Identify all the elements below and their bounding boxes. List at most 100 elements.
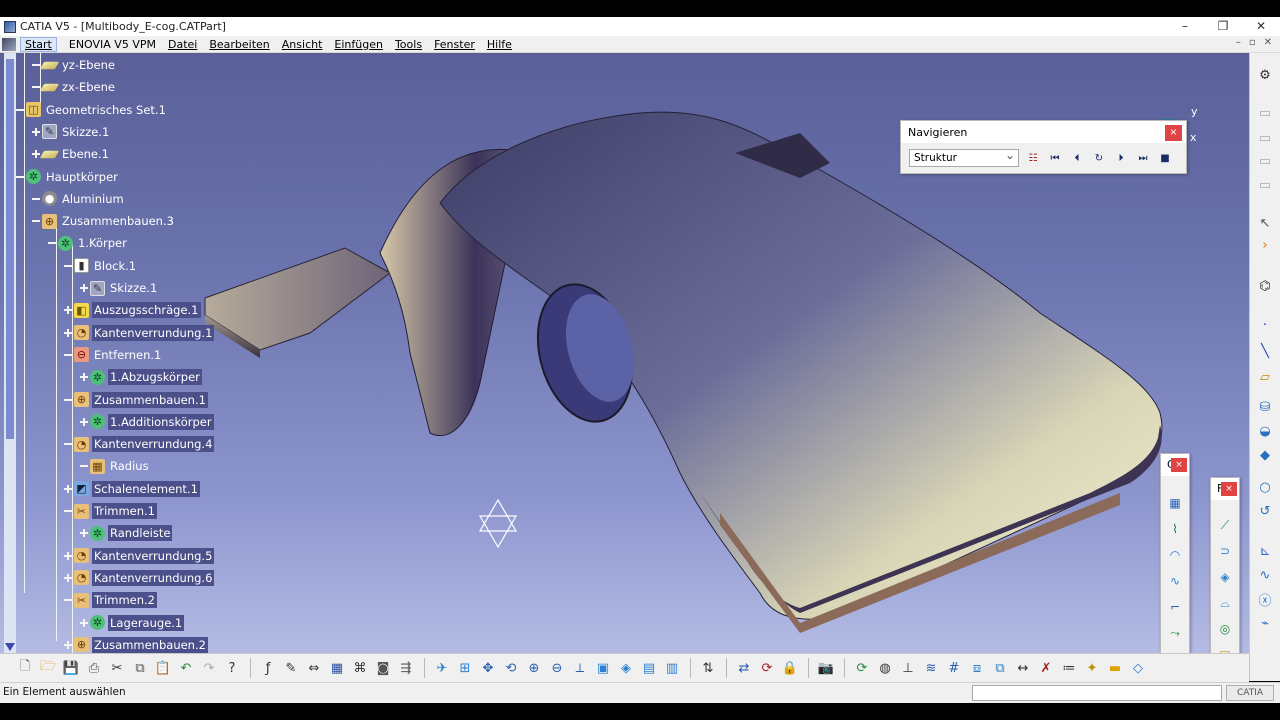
revolve-icon[interactable]: ◒ — [1254, 421, 1276, 441]
tree-node[interactable]: ⊕ Zusammenbauen.3 — [32, 212, 176, 230]
tree-node[interactable]: zx-Ebene — [32, 78, 117, 96]
tree-node[interactable]: ⊕ Zusammenbauen.2 — [64, 636, 208, 653]
lock-icon[interactable]: 🔒 — [779, 657, 801, 679]
multi-view-icon[interactable]: ▣ — [592, 657, 614, 679]
undo-icon[interactable]: ↶ — [175, 657, 197, 679]
redo-icon[interactable]: ↷ — [198, 657, 220, 679]
expand-icon[interactable] — [80, 373, 88, 382]
tree-node[interactable]: ◩ Schalenelement.1 — [64, 480, 200, 498]
stop-icon[interactable]: ■ — [1157, 150, 1173, 166]
iso-view-icon[interactable]: ◈ — [615, 657, 637, 679]
floatbar2-close-button[interactable]: × — [1221, 482, 1237, 496]
expand-icon[interactable] — [64, 306, 72, 315]
tree-node[interactable]: ✲ Hauptkörper — [16, 168, 120, 186]
tree-scroll-thumb[interactable] — [6, 59, 14, 439]
comment-icon[interactable]: ✎ — [280, 657, 302, 679]
expand-icon[interactable] — [64, 484, 72, 493]
collapse-icon[interactable] — [64, 262, 72, 270]
3d-viewport[interactable]: y x yz-Ebene zx-Ebene ◫ Geometrisches Set.1… — [0, 53, 1249, 653]
tree-node[interactable]: ◔ Kantenverrundung.4 — [64, 435, 215, 453]
tree-expand-icon[interactable]: ≔ — [1058, 657, 1080, 679]
menu-einfuegen[interactable]: Einfügen — [334, 38, 383, 51]
extrude-icon[interactable]: ⛁ — [1254, 397, 1276, 417]
expand-icon[interactable] — [80, 618, 88, 627]
expand-icon[interactable] — [80, 284, 88, 292]
mdi-restore-button[interactable]: ▫ — [1249, 37, 1256, 48]
toolbar-grayed-icon-4[interactable]: ▭ — [1254, 175, 1276, 195]
arc-tool-icon[interactable]: ◠ — [1164, 544, 1186, 566]
menu-tools[interactable]: Tools — [395, 38, 422, 51]
shading-icon[interactable]: ▤ — [638, 657, 660, 679]
dimension-icon[interactable]: ↔ — [1012, 657, 1034, 679]
tree-node[interactable]: ◧ Auszugsschräge.1 — [64, 301, 201, 319]
connect-tool-icon[interactable]: ⤳ — [1164, 622, 1186, 644]
zoom-in-icon[interactable]: ⊕ — [523, 657, 545, 679]
navigator-mode-select[interactable]: Struktur — [909, 147, 1019, 167]
select-arrow-icon[interactable]: ↖ — [1254, 213, 1276, 233]
update-icon[interactable]: ⟳ — [756, 657, 778, 679]
collapse-icon[interactable] — [16, 106, 24, 114]
fly-mode-icon[interactable]: ✈ — [431, 657, 453, 679]
menu-ansicht[interactable]: Ansicht — [282, 38, 323, 51]
expand-icon[interactable] — [64, 573, 72, 582]
tree-icon[interactable]: ☷ — [1025, 150, 1041, 166]
tree-node[interactable]: ⊖ Entfernen.1 — [64, 346, 163, 364]
expand-icon[interactable] — [32, 150, 40, 159]
first-icon[interactable]: ⏮ — [1047, 150, 1063, 166]
blend-tool-icon[interactable]: ⌓ — [1214, 592, 1236, 614]
law-icon[interactable]: ≋ — [920, 657, 942, 679]
capture-icon[interactable]: 📷 — [815, 657, 837, 679]
tree-node[interactable]: ✎ Skizze.1 — [80, 279, 159, 297]
intersection-icon[interactable]: ⓧ — [1254, 589, 1276, 609]
sweep-surface-icon[interactable]: ◆ — [1254, 445, 1276, 465]
collapse-icon[interactable] — [64, 440, 72, 448]
copy-icon[interactable]: ⧉ — [129, 657, 151, 679]
collapse-icon[interactable] — [64, 507, 72, 515]
expand-icon[interactable] — [64, 640, 72, 649]
tree-node[interactable]: ✂ Trimmen.2 — [64, 591, 157, 609]
expand-icon[interactable] — [64, 328, 72, 337]
surface-tool-icon[interactable]: ⟋ — [1214, 514, 1236, 536]
grid-tool-icon[interactable]: ▦ — [1164, 492, 1186, 514]
collapse-icon[interactable] — [48, 239, 56, 247]
connect-curve-icon[interactable]: ∿ — [1254, 565, 1276, 585]
menu-start[interactable]: Start — [20, 36, 57, 52]
mdi-close-button[interactable]: ✕ — [1264, 37, 1272, 48]
circle-icon[interactable]: ○ — [1254, 477, 1276, 497]
paste-icon[interactable]: 📋 — [152, 657, 174, 679]
toolbar-grayed-icon-1[interactable]: ▭ — [1254, 103, 1276, 123]
pan-icon[interactable]: ✥ — [477, 657, 499, 679]
tree-node[interactable]: ⊕ Zusammenbauen.1 — [64, 391, 208, 409]
expand-icon[interactable] — [80, 529, 88, 538]
menu-datei[interactable]: Datei — [168, 38, 197, 51]
zoom-out-icon[interactable]: ⊖ — [546, 657, 568, 679]
menu-hilfe[interactable]: Hilfe — [487, 38, 512, 51]
grid-icon[interactable]: # — [943, 657, 965, 679]
table-icon[interactable]: ▦ — [326, 657, 348, 679]
next-icon[interactable]: ⏵ — [1113, 150, 1129, 166]
analysis-icon[interactable]: ◍ — [874, 657, 896, 679]
plane-view-icon[interactable]: ◇ — [1127, 657, 1149, 679]
tree-node[interactable]: ◫ Geometrisches Set.1 — [16, 101, 168, 119]
helix-icon[interactable]: ⌁ — [1254, 613, 1276, 633]
shading-edges-icon[interactable]: ▥ — [661, 657, 683, 679]
tree-node[interactable]: ▮ Block.1 — [64, 257, 138, 275]
menu-fenster[interactable]: Fenster — [434, 38, 475, 51]
formula-icon[interactable]: ƒ — [257, 657, 279, 679]
restore-button[interactable]: ❐ — [1204, 17, 1242, 36]
axis-icon[interactable]: ⊥ — [897, 657, 919, 679]
spline-icon[interactable]: ↺ — [1254, 501, 1276, 521]
sketcher-icon[interactable]: ⌬ — [1254, 276, 1276, 296]
save-icon[interactable]: 💾 — [60, 657, 82, 679]
command-input[interactable] — [972, 685, 1222, 701]
fill-tool-icon[interactable]: ◈ — [1214, 566, 1236, 588]
collapse-icon[interactable] — [64, 396, 72, 404]
tree-node[interactable]: Ebene.1 — [32, 145, 111, 163]
collapse-icon[interactable] — [32, 217, 40, 225]
close-button[interactable]: ✕ — [1242, 17, 1280, 36]
snap-icon[interactable]: ⧈ — [966, 657, 988, 679]
tree-node[interactable]: ✲ Lagerauge.1 — [80, 614, 185, 632]
tree-node[interactable]: ◔ Kantenverrundung.6 — [64, 569, 215, 587]
previous-icon[interactable]: ⏴ — [1069, 150, 1085, 166]
scan-icon[interactable]: ⇶ — [395, 657, 417, 679]
